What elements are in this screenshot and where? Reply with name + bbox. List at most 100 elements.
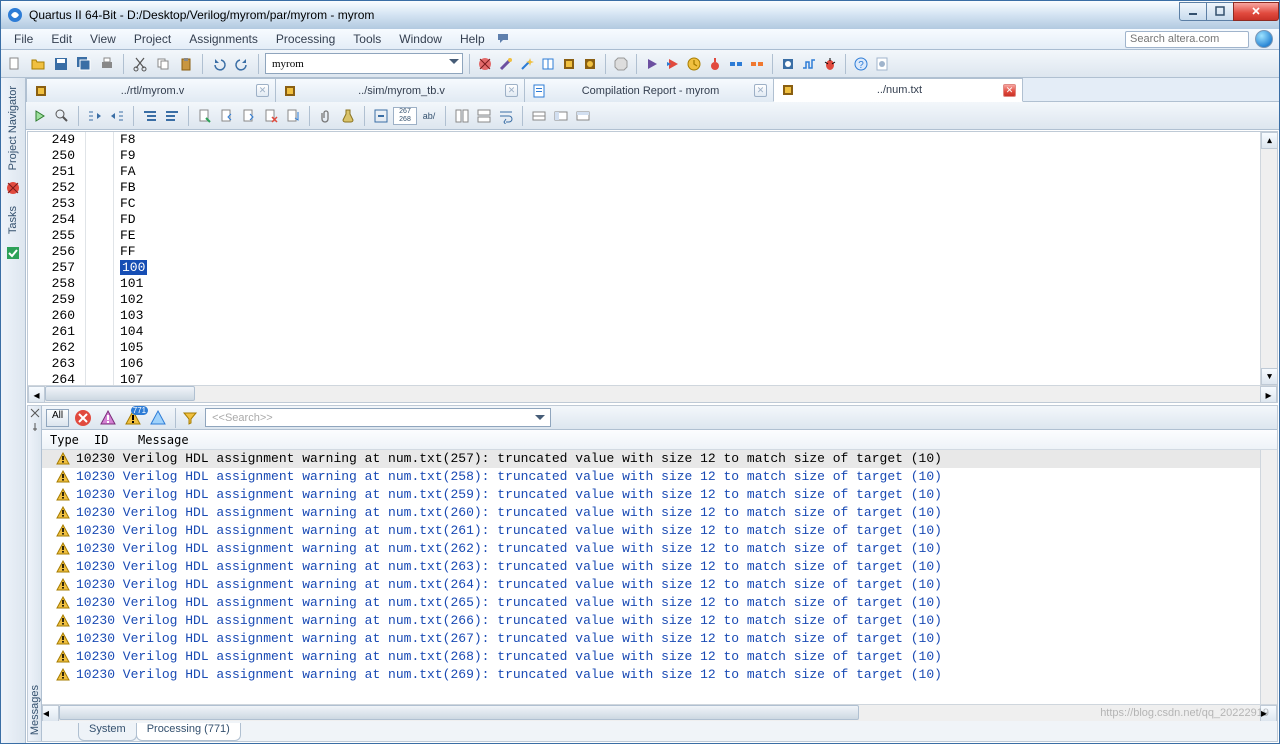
minimize-button[interactable] xyxy=(1179,2,1207,21)
message-row[interactable]: 10230 Verilog HDL assignment warning at … xyxy=(42,486,1260,504)
messages-list[interactable]: 10230 Verilog HDL assignment warning at … xyxy=(42,450,1260,704)
tab-close-icon[interactable]: ✕ xyxy=(256,84,269,97)
message-row[interactable]: 10230 Verilog HDL assignment warning at … xyxy=(42,450,1260,468)
menu-project[interactable]: Project xyxy=(125,29,180,49)
book-icon[interactable] xyxy=(539,55,557,73)
menu-processing[interactable]: Processing xyxy=(267,29,344,49)
cut-icon[interactable] xyxy=(130,54,150,74)
msg-filter-all[interactable]: All xyxy=(46,409,69,427)
wrap-icon[interactable] xyxy=(496,106,516,126)
bookmark-list-icon[interactable] xyxy=(283,106,303,126)
debugger-icon[interactable] xyxy=(821,55,839,73)
msg-filter-warn-icon[interactable]: 771 xyxy=(122,408,144,428)
chip-icon[interactable] xyxy=(560,55,578,73)
tab-close-icon[interactable]: ✕ xyxy=(505,84,518,97)
msg-scroll-thumb[interactable] xyxy=(59,705,859,720)
bookmark-del-icon[interactable] xyxy=(261,106,281,126)
code-line[interactable]: 106 xyxy=(120,356,1260,372)
code-line[interactable]: FE xyxy=(120,228,1260,244)
message-row[interactable]: 10230 Verilog HDL assignment warning at … xyxy=(42,522,1260,540)
collapse-all-icon[interactable] xyxy=(371,106,391,126)
code-line[interactable]: 107 xyxy=(120,372,1260,385)
settings-icon[interactable] xyxy=(497,55,515,73)
replace-icon[interactable] xyxy=(52,106,72,126)
bookmark-prev-icon[interactable] xyxy=(217,106,237,126)
document-tab[interactable]: ../sim/myrom_tb.v✕ xyxy=(275,78,525,102)
msg-filter-info-icon[interactable] xyxy=(147,408,169,428)
indent-icon[interactable] xyxy=(162,106,182,126)
split-v-icon[interactable] xyxy=(474,106,494,126)
tab-close-icon[interactable]: ✕ xyxy=(1003,84,1016,97)
compile-icon[interactable] xyxy=(643,55,661,73)
code-line[interactable]: FC xyxy=(120,196,1260,212)
find-icon[interactable] xyxy=(30,106,50,126)
message-row[interactable]: 10230 Verilog HDL assignment warning at … xyxy=(42,468,1260,486)
msg-filter-critwarn-icon[interactable] xyxy=(97,408,119,428)
chip2-icon[interactable] xyxy=(581,55,599,73)
message-row[interactable]: 10230 Verilog HDL assignment warning at … xyxy=(42,576,1260,594)
print-icon[interactable] xyxy=(97,54,117,74)
col-message[interactable]: Message xyxy=(138,433,1277,447)
help-icon[interactable]: ? xyxy=(852,55,870,73)
code-editor[interactable]: F8F9FAFBFCFDFEFF100101102103104105106107 xyxy=(114,132,1260,385)
code-line[interactable]: FB xyxy=(120,180,1260,196)
bookmark-add-icon[interactable] xyxy=(195,106,215,126)
project-navigator-tab[interactable]: Project Navigator xyxy=(6,82,20,174)
indent-left-icon[interactable] xyxy=(85,106,105,126)
layout-icon[interactable] xyxy=(573,106,593,126)
scroll-right-icon[interactable]: ▸ xyxy=(1260,386,1277,403)
tasks-tab[interactable]: Tasks xyxy=(6,202,20,238)
globe-icon[interactable] xyxy=(1255,30,1273,48)
message-row[interactable]: 10230 Verilog HDL assignment warning at … xyxy=(42,540,1260,558)
document-tab[interactable]: Compilation Report - myrom✕ xyxy=(524,78,774,102)
messages-side-label[interactable]: Messages xyxy=(29,679,41,741)
undo-icon[interactable] xyxy=(209,54,229,74)
indent-right-icon[interactable] xyxy=(107,106,127,126)
show-icon[interactable] xyxy=(551,106,571,126)
scroll-left-icon[interactable]: ◂ xyxy=(28,386,45,403)
analyze-icon[interactable] xyxy=(664,55,682,73)
menu-window[interactable]: Window xyxy=(390,29,451,49)
message-row[interactable]: 10230 Verilog HDL assignment warning at … xyxy=(42,648,1260,666)
vertical-scrollbar[interactable]: ▴ ▾ xyxy=(1260,132,1277,385)
tab-processing[interactable]: Processing (771) xyxy=(136,723,241,741)
menu-file[interactable]: File xyxy=(5,29,42,49)
horizontal-scrollbar[interactable]: ◂ ▸ xyxy=(28,385,1277,402)
menu-view[interactable]: View xyxy=(81,29,125,49)
menu-assignments[interactable]: Assignments xyxy=(180,29,267,49)
search-input[interactable] xyxy=(1125,31,1249,48)
gates-icon[interactable] xyxy=(748,55,766,73)
save-all-icon[interactable] xyxy=(74,54,94,74)
menu-help[interactable]: Help xyxy=(451,29,494,49)
msg-filter-error-icon[interactable] xyxy=(72,408,94,428)
code-line[interactable]: F9 xyxy=(120,148,1260,164)
tab-system[interactable]: System xyxy=(78,723,137,741)
bookmark-next-icon[interactable] xyxy=(239,106,259,126)
code-line[interactable]: 105 xyxy=(120,340,1260,356)
col-type[interactable]: Type xyxy=(42,433,94,447)
hide-icon[interactable] xyxy=(529,106,549,126)
pin-icon[interactable] xyxy=(30,422,40,432)
attach-icon[interactable] xyxy=(316,106,336,126)
project-combo[interactable]: myrom xyxy=(265,53,463,74)
message-row[interactable]: 10230 Verilog HDL assignment warning at … xyxy=(42,666,1260,684)
new-file-icon[interactable] xyxy=(5,54,25,74)
titlebar[interactable]: Quartus II 64-Bit - D:/Desktop/Verilog/m… xyxy=(1,1,1279,29)
code-line[interactable]: F8 xyxy=(120,132,1260,148)
scroll-thumb[interactable] xyxy=(45,386,195,401)
split-h-icon[interactable] xyxy=(452,106,472,126)
docs-icon[interactable] xyxy=(873,55,891,73)
scroll-up-icon[interactable]: ▴ xyxy=(1261,132,1277,149)
msg-scroll-left-icon[interactable]: ◂ xyxy=(42,705,59,722)
col-id[interactable]: ID xyxy=(94,433,138,447)
menu-edit[interactable]: Edit xyxy=(42,29,81,49)
net-icon[interactable] xyxy=(727,55,745,73)
messages-hscroll[interactable]: ◂ ▸ xyxy=(42,704,1277,721)
close-button[interactable] xyxy=(1233,2,1279,21)
code-line[interactable]: 104 xyxy=(120,324,1260,340)
paste-icon[interactable] xyxy=(176,54,196,74)
message-row[interactable]: 10230 Verilog HDL assignment warning at … xyxy=(42,612,1260,630)
code-line[interactable]: FA xyxy=(120,164,1260,180)
funnel-icon[interactable] xyxy=(182,410,198,426)
stop-icon[interactable] xyxy=(612,55,630,73)
